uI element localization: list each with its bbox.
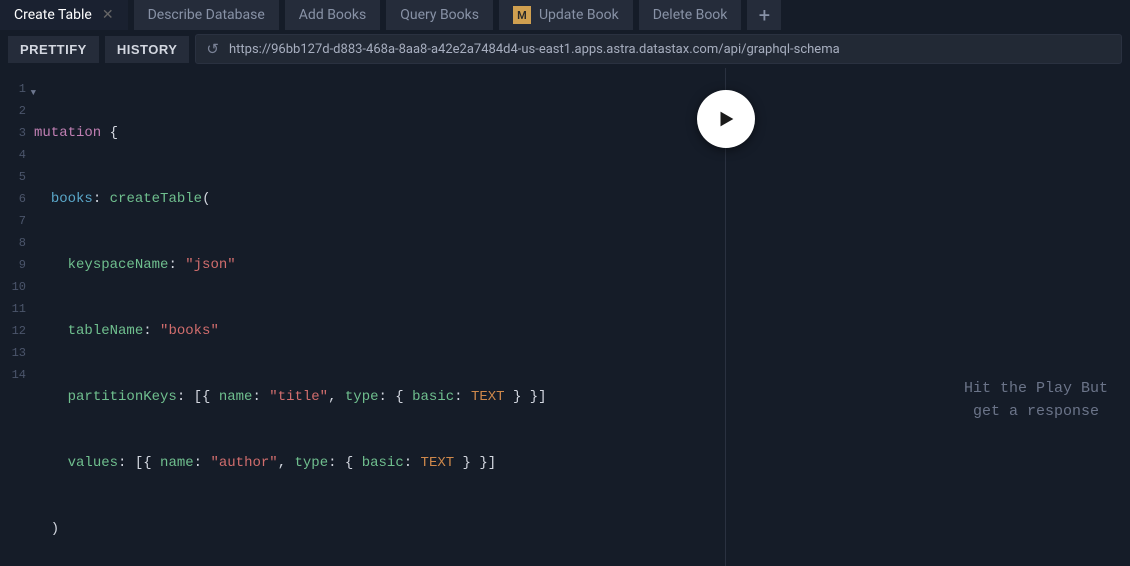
tab-update-book[interactable]: M Update Book [499,0,633,30]
tab-label: Add Books [299,7,366,23]
tab-label: Delete Book [653,7,728,23]
url-bar[interactable]: ↺ [195,34,1122,64]
tab-query-books[interactable]: Query Books [386,0,493,30]
tab-bar: Create Table ✕ Describe Database Add Boo… [0,0,1130,30]
toolbar: PRETTIFY HISTORY ↺ [0,30,1130,68]
line-gutter: 1▼ 2 3 4 5 6 7 8 9 10 11 12 13 14 [0,78,34,566]
result-pane: Hit the Play But get a response [726,68,1130,566]
tab-label: Query Books [400,7,479,23]
modified-badge-icon: M [513,6,531,24]
editor[interactable]: 1▼ 2 3 4 5 6 7 8 9 10 11 12 13 14 mutati… [0,68,725,566]
main-area: 1▼ 2 3 4 5 6 7 8 9 10 11 12 13 14 mutati… [0,68,1130,566]
play-icon [715,108,737,130]
code-area[interactable]: mutation { books: createTable( keyspaceN… [34,78,725,566]
add-tab-button[interactable]: + [747,0,781,30]
editor-pane[interactable]: 1▼ 2 3 4 5 6 7 8 9 10 11 12 13 14 mutati… [0,68,726,566]
fold-icon[interactable]: ▼ [31,82,36,104]
close-icon[interactable]: ✕ [102,8,114,22]
prettify-button[interactable]: PRETTIFY [8,36,99,63]
play-button[interactable] [697,90,755,148]
url-input[interactable] [229,42,1111,57]
tab-describe-database[interactable]: Describe Database [134,0,279,30]
tab-add-books[interactable]: Add Books [285,0,380,30]
tab-label: Create Table [14,7,92,23]
reload-icon[interactable]: ↺ [206,40,219,58]
tab-label: Update Book [539,7,619,23]
result-hint: Hit the Play But get a response [936,378,1130,423]
tab-delete-book[interactable]: Delete Book [639,0,742,30]
tab-create-table[interactable]: Create Table ✕ [0,0,128,30]
history-button[interactable]: HISTORY [105,36,190,63]
tab-label: Describe Database [148,7,265,23]
plus-icon: + [759,3,770,27]
